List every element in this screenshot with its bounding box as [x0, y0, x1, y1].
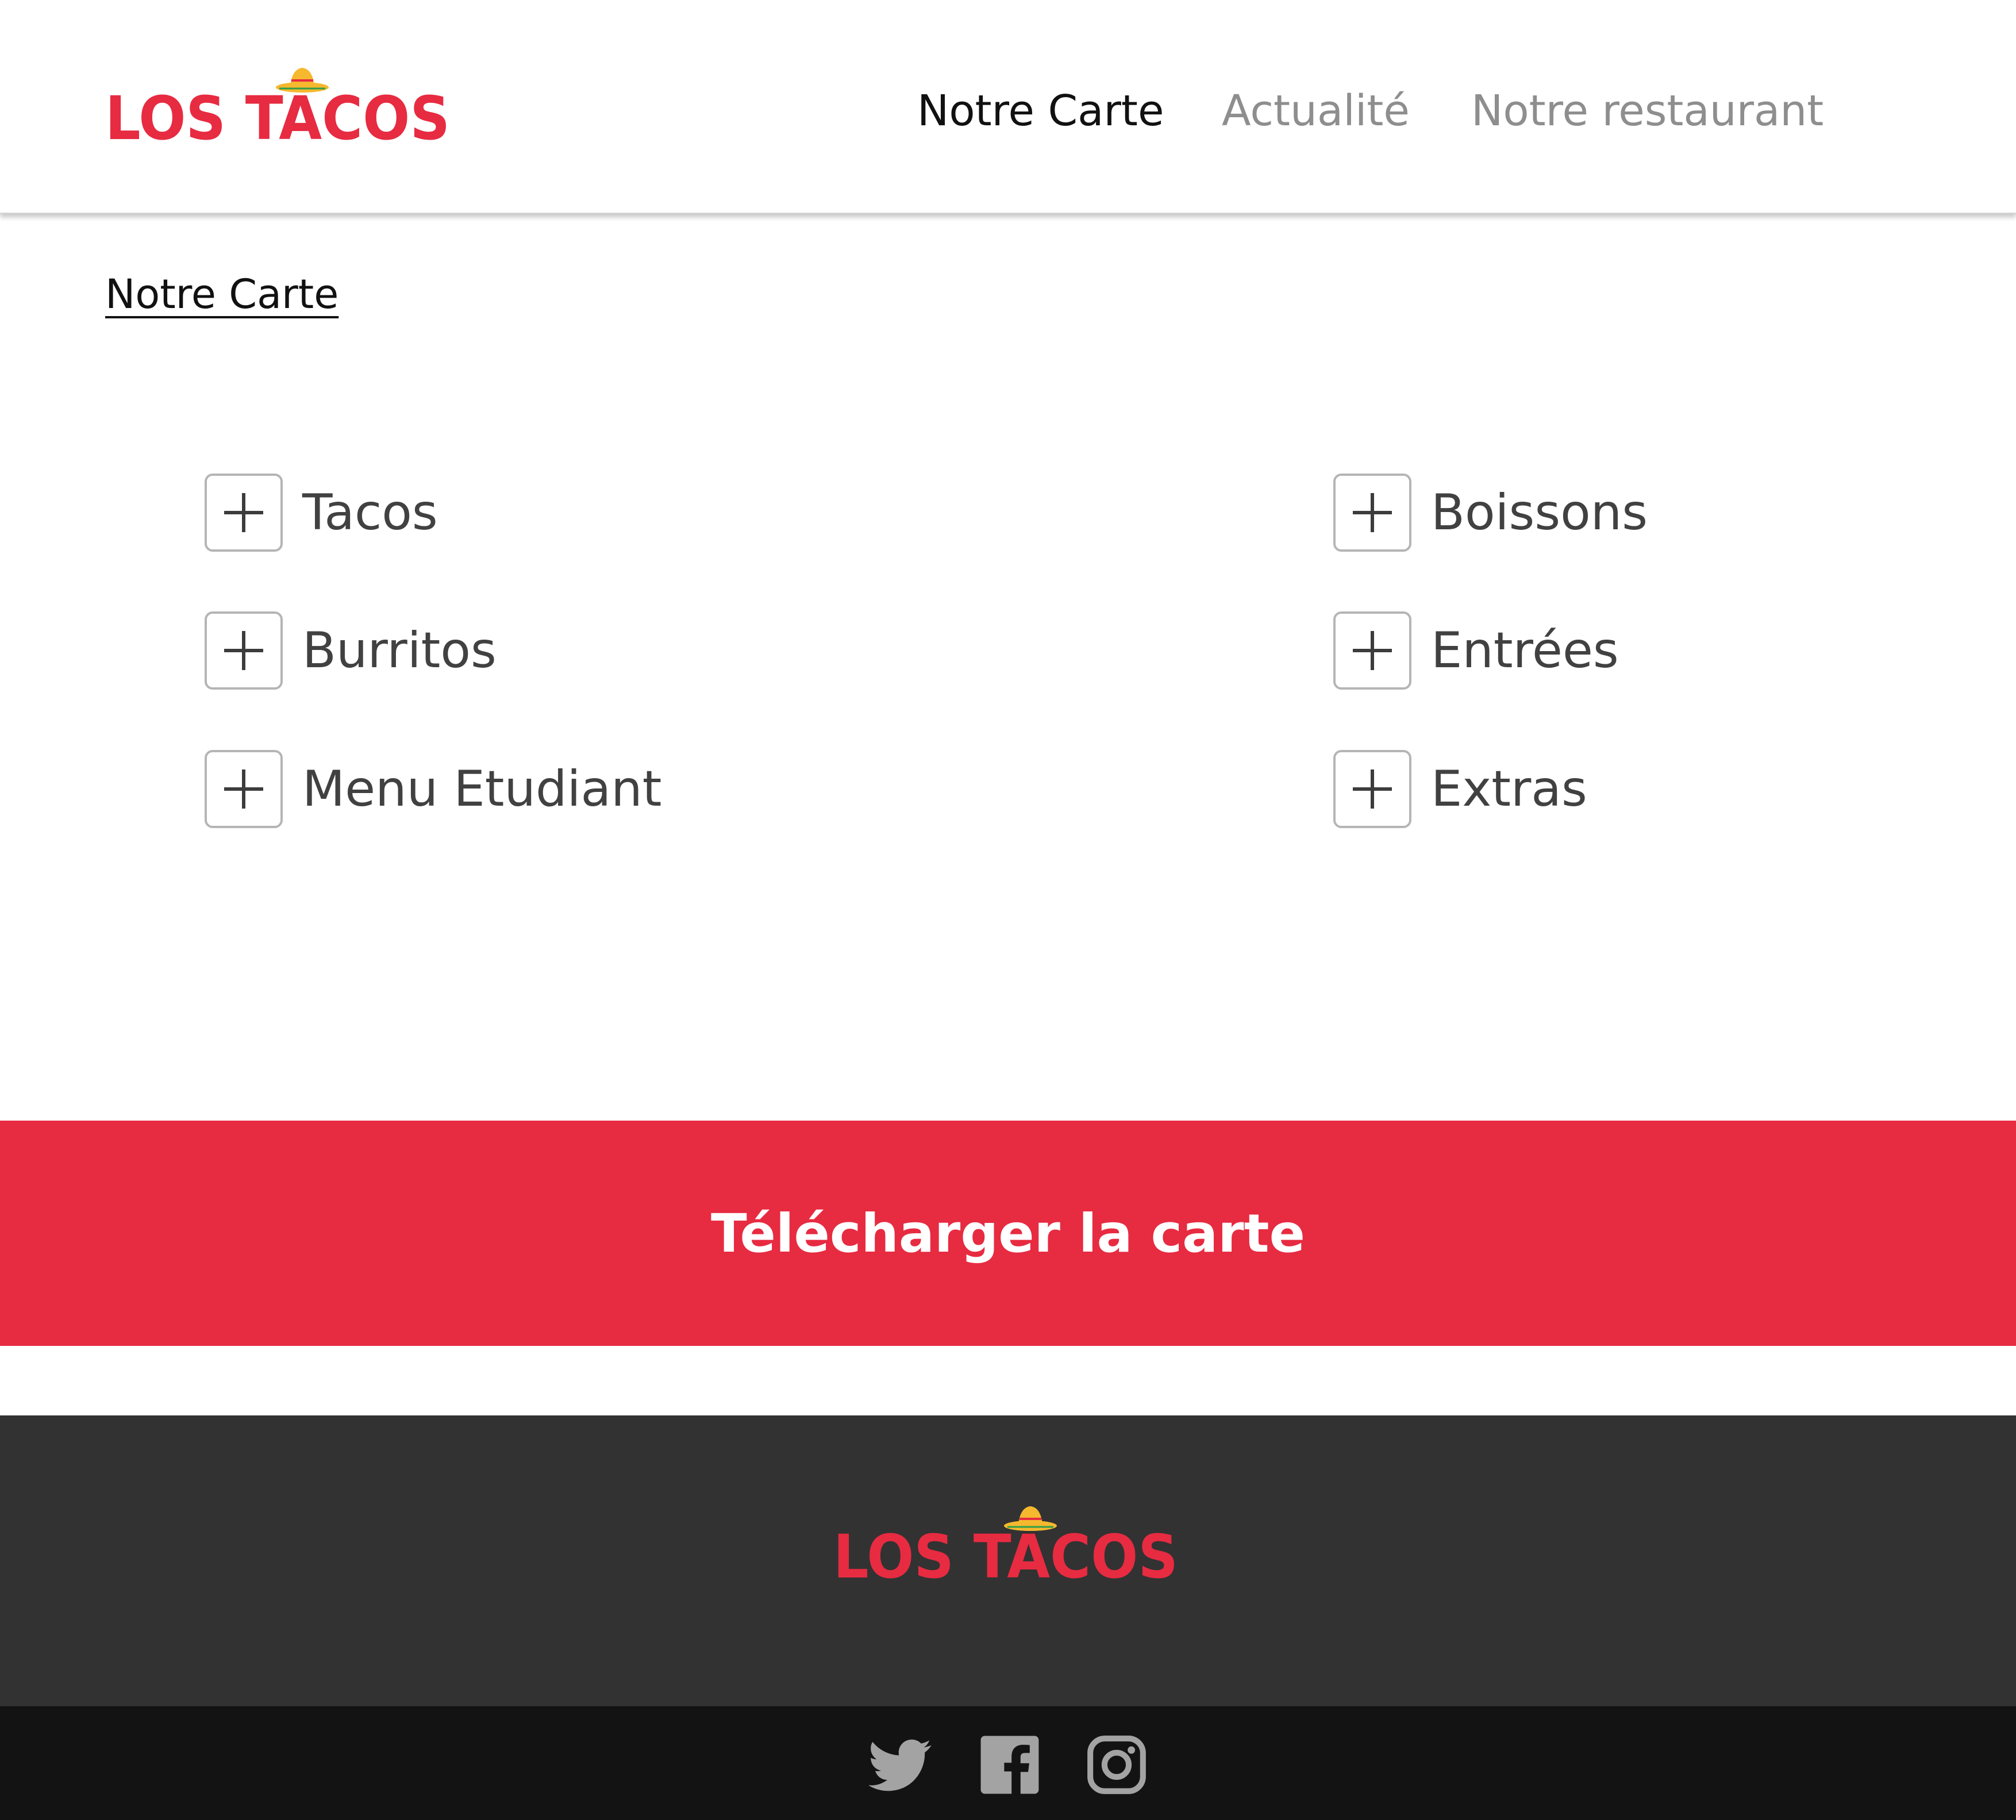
instagram-icon[interactable] [1085, 1733, 1148, 1796]
expand-button[interactable] [205, 750, 283, 828]
footer-logo[interactable]: LOS TACOS [833, 1503, 1178, 1583]
category-label: Entrées [1431, 622, 1619, 679]
site-footer: LOS TACOS [0, 1415, 2016, 1706]
expand-button[interactable] [1333, 750, 1411, 828]
logo-wordmark: LOS TACOS [833, 1522, 1178, 1583]
twitter-icon[interactable] [869, 1733, 932, 1796]
nav-notre-carte[interactable]: Notre Carte [917, 85, 1164, 137]
category-label: Menu Etudiant [302, 760, 662, 818]
category-label: Burritos [302, 622, 497, 679]
expand-button[interactable] [1333, 474, 1411, 552]
expand-button[interactable] [205, 611, 283, 690]
facebook-icon[interactable] [978, 1733, 1041, 1796]
site-header: LOS TACOS Notre Carte Actualité Notre re… [0, 0, 2016, 214]
plus-icon [1353, 769, 1392, 809]
nav-actualite[interactable]: Actualité [1222, 85, 1410, 137]
expand-button[interactable] [1333, 611, 1411, 690]
breadcrumb[interactable]: Notre Carte [105, 268, 338, 320]
social-bar [0, 1706, 2016, 1820]
expand-button[interactable] [205, 474, 283, 552]
download-menu-button[interactable]: Télécharger la carte [0, 1121, 2016, 1346]
category-label: Tacos [302, 484, 438, 541]
plus-icon [224, 769, 263, 809]
plus-icon [1353, 493, 1392, 532]
plus-icon [1353, 631, 1392, 670]
plus-icon [224, 631, 263, 670]
download-label: Télécharger la carte [710, 1202, 1305, 1264]
nav-notre-restaurant[interactable]: Notre restaurant [1471, 85, 1823, 137]
category-label: Extras [1431, 760, 1587, 818]
main-nav: Notre Carte Actualité Notre restaurant [0, 85, 2016, 143]
category-label: Boissons [1431, 484, 1648, 541]
plus-icon [224, 493, 263, 532]
